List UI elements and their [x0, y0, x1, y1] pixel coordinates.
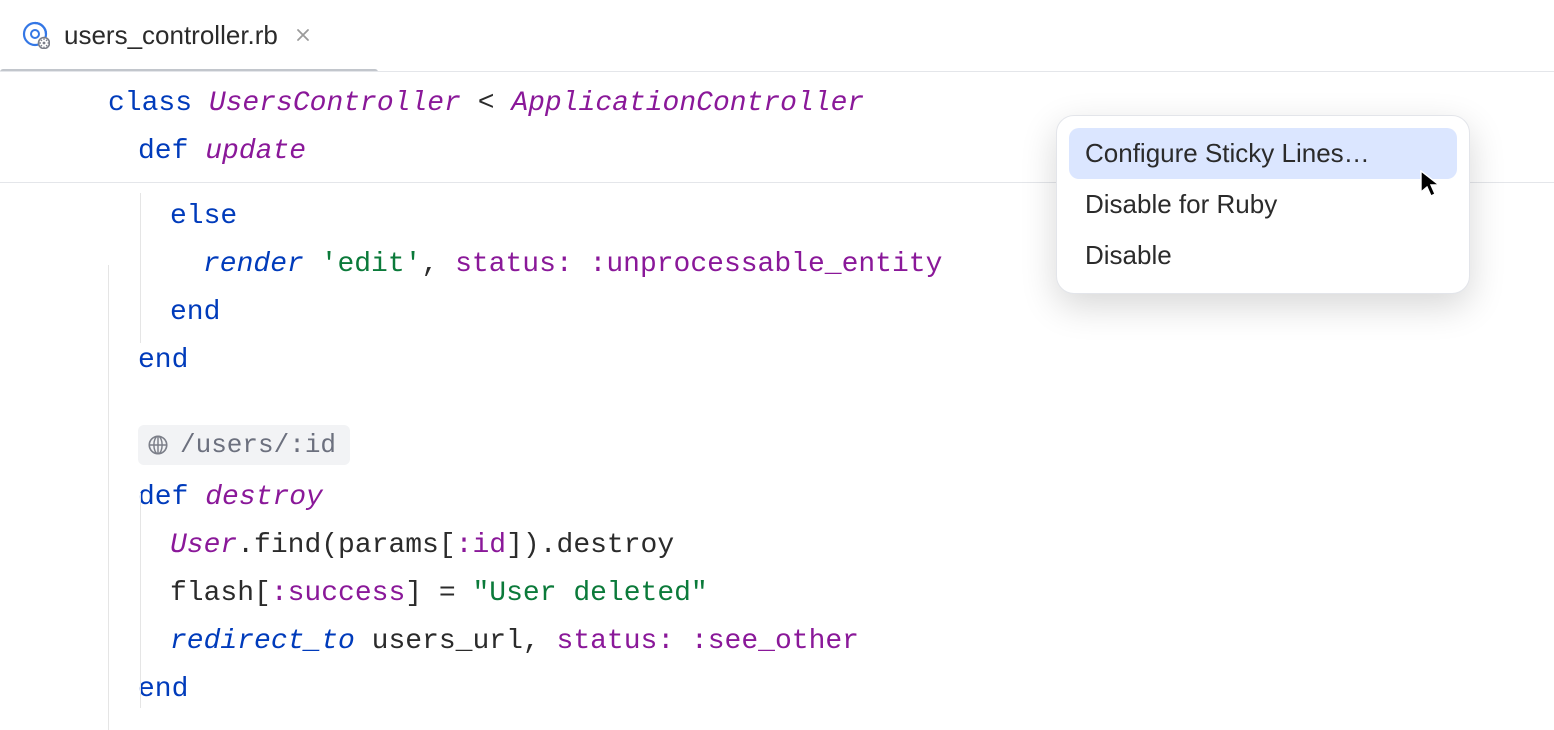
route-path: /users/:id	[180, 421, 336, 469]
sticky-lines-context-menu: Configure Sticky Lines… Disable for Ruby…	[1056, 115, 1470, 294]
code-line[interactable]: User.find(params[:id]).destroy	[108, 522, 1554, 570]
menu-item-configure-sticky-lines[interactable]: Configure Sticky Lines…	[1069, 128, 1457, 179]
code-line[interactable]: end	[108, 289, 1554, 337]
code-line[interactable]: def destroy	[108, 474, 1554, 522]
close-tab-button[interactable]	[292, 24, 314, 46]
indent-guide	[108, 265, 109, 730]
tab-filename: users_controller.rb	[64, 20, 278, 51]
editor-tab-bar: users_controller.rb	[0, 0, 1554, 72]
route-inlay-hint[interactable]: /users/:id	[138, 425, 350, 465]
globe-icon	[146, 433, 170, 457]
code-line[interactable]: end	[108, 337, 1554, 385]
menu-item-disable-for-ruby[interactable]: Disable for Ruby	[1069, 179, 1457, 230]
code-line[interactable]: redirect_to users_url, status: :see_othe…	[108, 618, 1554, 666]
code-line[interactable]: flash[:success] = "User deleted"	[108, 570, 1554, 618]
menu-item-disable[interactable]: Disable	[1069, 230, 1457, 281]
code-line[interactable]: end	[108, 666, 1554, 714]
file-tab[interactable]: users_controller.rb	[0, 0, 336, 72]
indent-guide	[140, 493, 141, 708]
ruby-file-icon	[22, 21, 50, 49]
indent-guide	[140, 193, 141, 343]
